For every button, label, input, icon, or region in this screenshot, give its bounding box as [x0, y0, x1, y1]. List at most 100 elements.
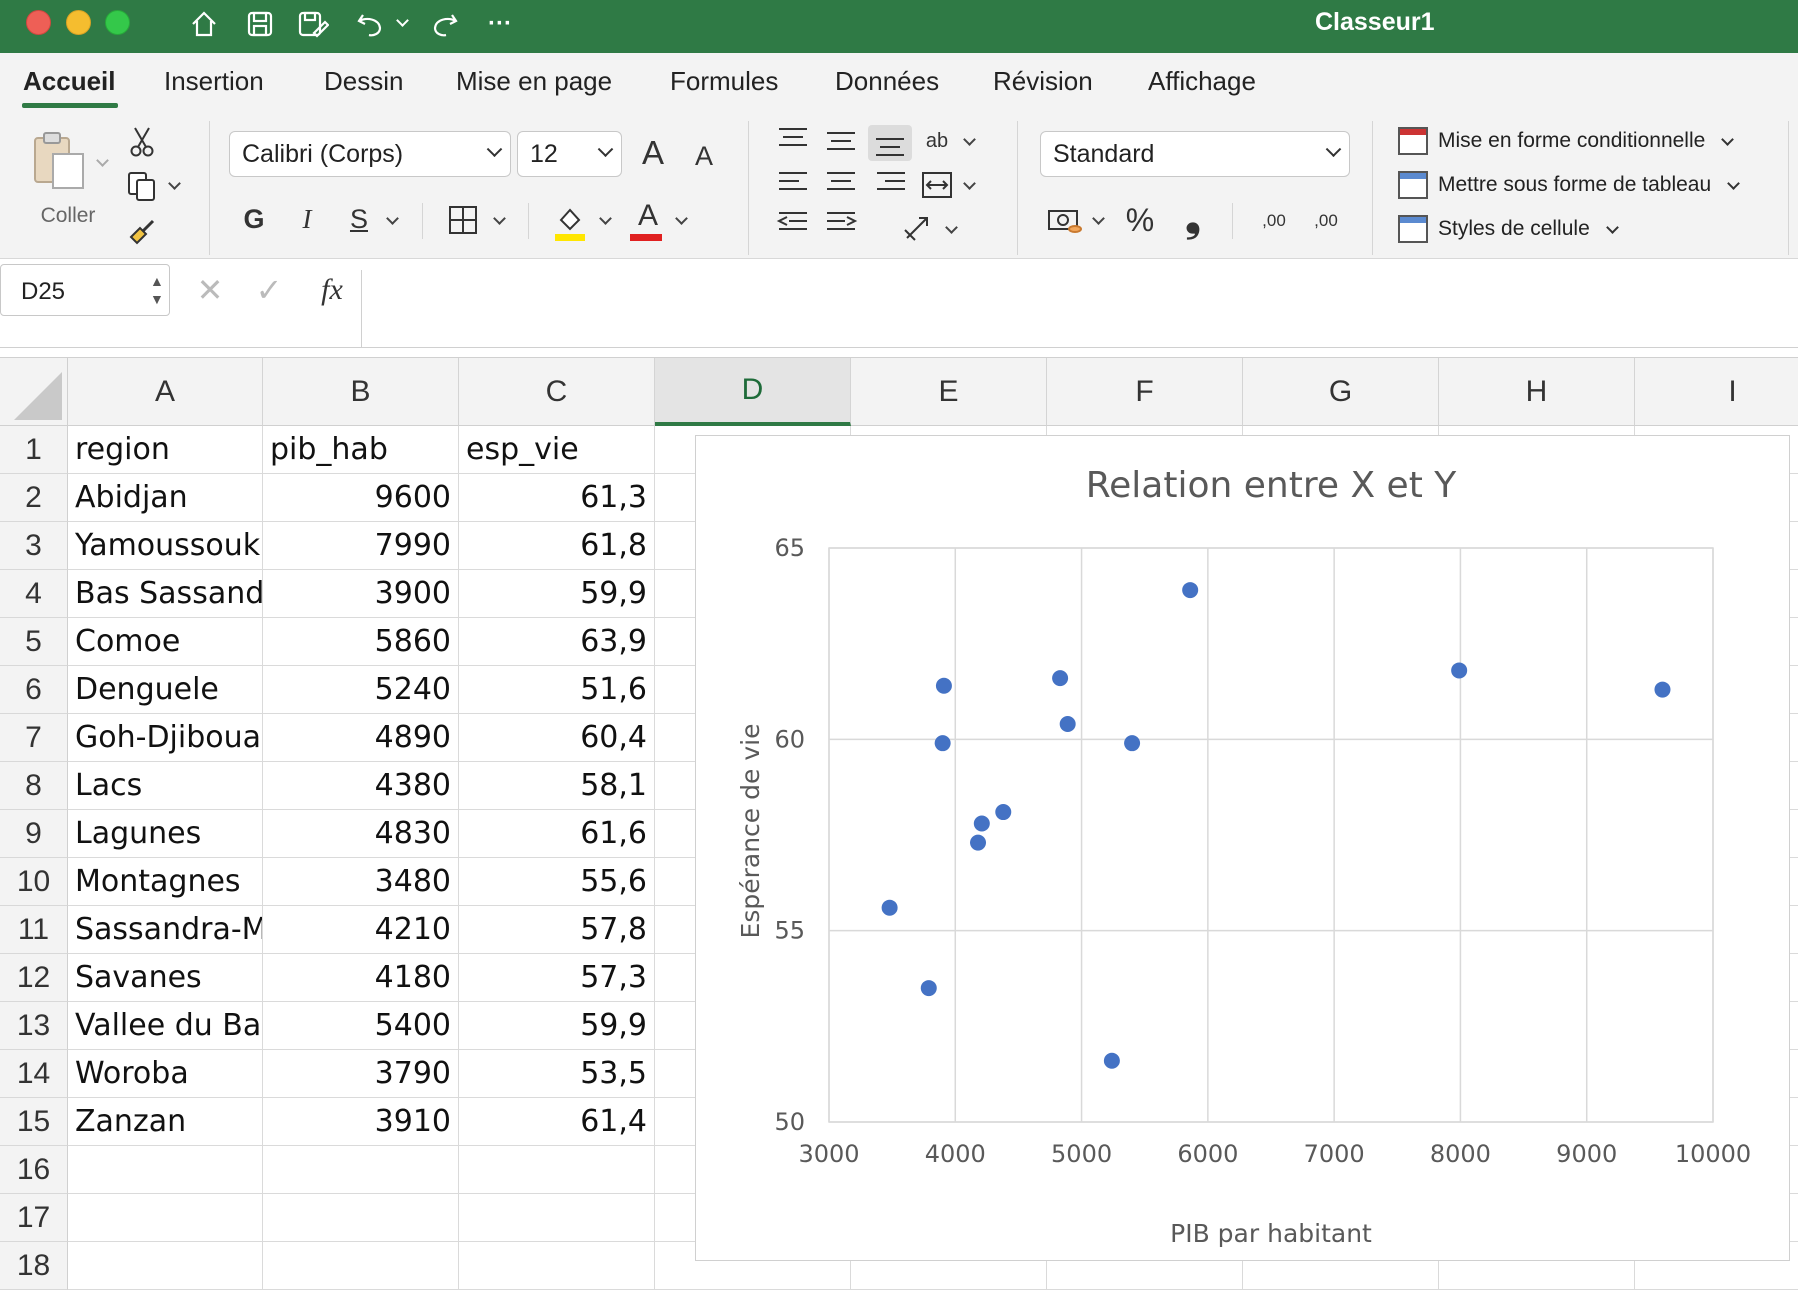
row-header-12[interactable]: 12 — [0, 954, 68, 1002]
cell-a2[interactable]: Abidjan — [68, 474, 263, 522]
row-header-17[interactable]: 17 — [0, 1194, 68, 1242]
cell-a6[interactable]: Denguele — [68, 666, 263, 714]
tab-dessin[interactable]: Dessin — [324, 66, 403, 97]
close-window-button[interactable] — [26, 10, 51, 35]
fill-color-icon[interactable] — [552, 201, 588, 243]
font-size-select[interactable]: 12 — [517, 131, 622, 177]
cell-a7[interactable]: Goh-Djiboua — [68, 714, 263, 762]
insert-function-button[interactable]: fx — [312, 270, 352, 310]
conditional-formatting-button[interactable]: Mise en forme conditionnelle — [1398, 127, 1735, 155]
cell-a10[interactable]: Montagnes — [68, 858, 263, 906]
underline-button[interactable]: S — [344, 199, 374, 239]
tab-insertion[interactable]: Insertion — [164, 66, 264, 97]
increase-decimal-button[interactable]: ,00 — [1256, 201, 1292, 241]
cell-b2[interactable]: 9600 — [263, 474, 459, 522]
cell-a17[interactable] — [68, 1194, 263, 1242]
data-point[interactable] — [881, 899, 898, 916]
cell-c13[interactable]: 59,9 — [459, 1002, 655, 1050]
cell-b6[interactable]: 5240 — [263, 666, 459, 714]
cell-c10[interactable]: 55,6 — [459, 858, 655, 906]
save-as-icon[interactable] — [293, 4, 333, 44]
cut-icon[interactable] — [126, 125, 158, 159]
home-icon[interactable] — [184, 4, 224, 44]
row-header-10[interactable]: 10 — [0, 858, 68, 906]
name-box[interactable]: D25 — [0, 264, 170, 316]
data-point[interactable] — [1052, 670, 1069, 687]
cell-b11[interactable]: 4210 — [263, 906, 459, 954]
cell-a1[interactable]: region — [68, 426, 263, 474]
worksheet[interactable]: ABCDEFGHI 1 2 3 4 5 6 7 8 9 10 11 12 13 14 15 16 17 18 re… — [0, 358, 1798, 1296]
cell-b9[interactable]: 4830 — [263, 810, 459, 858]
cell-b7[interactable]: 4890 — [263, 714, 459, 762]
cell-c5[interactable]: 63,9 — [459, 618, 655, 666]
column-header-a[interactable]: A — [68, 358, 263, 426]
cell-c7[interactable]: 60,4 — [459, 714, 655, 762]
cell-a16[interactable] — [68, 1146, 263, 1194]
cell-b12[interactable]: 4180 — [263, 954, 459, 1002]
row-header-3[interactable]: 3 — [0, 522, 68, 570]
bold-button[interactable]: G — [239, 199, 269, 239]
cell-b16[interactable] — [263, 1146, 459, 1194]
cell-c2[interactable]: 61,3 — [459, 474, 655, 522]
cell-a18[interactable] — [68, 1242, 263, 1290]
italic-button[interactable]: I — [292, 199, 322, 239]
format-as-table-button[interactable]: Mettre sous forme de tableau — [1398, 171, 1741, 199]
row-header-8[interactable]: 8 — [0, 762, 68, 810]
cell-b18[interactable] — [263, 1242, 459, 1290]
tab-accueil[interactable]: Accueil — [23, 66, 116, 97]
row-header-5[interactable]: 5 — [0, 618, 68, 666]
cell-c9[interactable]: 61,6 — [459, 810, 655, 858]
column-header-h[interactable]: H — [1439, 358, 1635, 426]
percent-button[interactable]: % — [1122, 199, 1158, 241]
data-point[interactable] — [920, 980, 937, 997]
comma-style-button[interactable]: ❟ — [1178, 195, 1208, 241]
cell-a9[interactable]: Lagunes — [68, 810, 263, 858]
row-header-9[interactable]: 9 — [0, 810, 68, 858]
cell-b14[interactable]: 3790 — [263, 1050, 459, 1098]
cell-b1[interactable]: pib_hab — [263, 426, 459, 474]
cell-a3[interactable]: Yamoussoukro — [68, 522, 263, 570]
column-header-i[interactable]: I — [1635, 358, 1798, 426]
paste-button[interactable] — [30, 131, 90, 191]
row-header-14[interactable]: 14 — [0, 1050, 68, 1098]
formula-input[interactable] — [372, 270, 1792, 342]
wrap-text-button[interactable]: ab — [920, 123, 954, 159]
orientation-icon[interactable] — [900, 211, 936, 247]
column-header-e[interactable]: E — [851, 358, 1047, 426]
format-painter-icon[interactable] — [124, 213, 160, 249]
data-point[interactable] — [1059, 716, 1076, 733]
cell-a12[interactable]: Savanes — [68, 954, 263, 1002]
column-header-g[interactable]: G — [1243, 358, 1439, 426]
data-point[interactable] — [970, 834, 987, 851]
font-color-dropdown-chevron-icon[interactable] — [675, 212, 688, 225]
row-header-4[interactable]: 4 — [0, 570, 68, 618]
data-point[interactable] — [995, 804, 1012, 821]
row-header-6[interactable]: 6 — [0, 666, 68, 714]
data-point[interactable] — [1124, 735, 1141, 752]
row-header-15[interactable]: 15 — [0, 1098, 68, 1146]
cell-c14[interactable]: 53,5 — [459, 1050, 655, 1098]
cell-c12[interactable]: 57,3 — [459, 954, 655, 1002]
cell-a5[interactable]: Comoe — [68, 618, 263, 666]
tab-donnees[interactable]: Données — [835, 66, 939, 97]
cell-c16[interactable] — [459, 1146, 655, 1194]
paste-dropdown-chevron-icon[interactable] — [96, 154, 109, 167]
column-header-c[interactable]: C — [459, 358, 655, 426]
more-icon[interactable]: ··· — [478, 4, 522, 44]
cell-c15[interactable]: 61,4 — [459, 1098, 655, 1146]
data-point[interactable] — [935, 677, 952, 694]
cell-a8[interactable]: Lacs — [68, 762, 263, 810]
name-box-stepper-icon[interactable]: ▲ ▼ — [150, 272, 164, 308]
zoom-window-button[interactable] — [105, 10, 130, 35]
decrease-decimal-button[interactable]: ,00 — [1308, 201, 1344, 241]
font-color-button[interactable]: A — [630, 199, 666, 233]
cell-b5[interactable]: 5860 — [263, 618, 459, 666]
accounting-dropdown-chevron-icon[interactable] — [1092, 212, 1105, 225]
cell-a4[interactable]: Bas Sassandra — [68, 570, 263, 618]
cell-c1[interactable]: esp_vie — [459, 426, 655, 474]
cell-b3[interactable]: 7990 — [263, 522, 459, 570]
cell-a15[interactable]: Zanzan — [68, 1098, 263, 1146]
column-header-d[interactable]: D — [655, 358, 851, 426]
accounting-format-icon[interactable] — [1045, 203, 1085, 239]
row-header-2[interactable]: 2 — [0, 474, 68, 522]
